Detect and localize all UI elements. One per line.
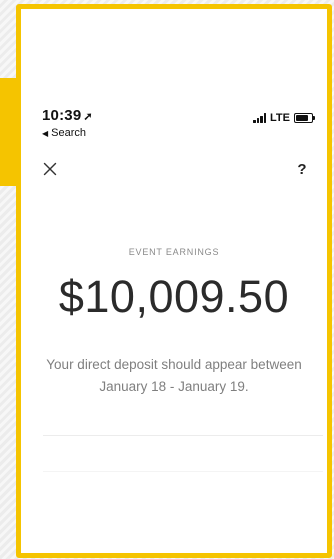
back-to-search-link[interactable]: ◀ Search — [42, 127, 86, 139]
battery-level-fill — [296, 115, 308, 121]
section-divider — [43, 435, 323, 436]
signal-strength-icon — [253, 113, 267, 123]
deposit-message-line1: Your direct deposit should appear betwee… — [46, 357, 302, 372]
status-time: 10:39 ➚ — [42, 107, 93, 124]
section-divider-secondary — [43, 471, 323, 472]
location-arrow-icon: ➚ — [83, 111, 93, 123]
network-type: LTE — [270, 112, 290, 124]
status-time-text: 10:39 — [42, 107, 82, 124]
battery-icon — [294, 113, 315, 123]
close-icon — [43, 162, 57, 176]
back-search-label: Search — [51, 127, 87, 139]
back-triangle-icon: ◀ — [42, 129, 49, 138]
direct-deposit-message: Your direct deposit should appear betwee… — [29, 354, 319, 398]
deposit-message-line2: January 18 - January 19. — [99, 379, 249, 394]
earnings-amount: $10,009.50 — [58, 271, 290, 322]
status-indicators: LTE — [253, 112, 315, 124]
event-earnings-label: EVENT EARNINGS — [128, 247, 220, 257]
close-button[interactable] — [37, 156, 63, 182]
phone-screen: 10:39 ➚ ◀ Search LTE ? EVENT EARNINGS $10,… — [16, 4, 332, 558]
help-button[interactable]: ? — [289, 156, 315, 182]
